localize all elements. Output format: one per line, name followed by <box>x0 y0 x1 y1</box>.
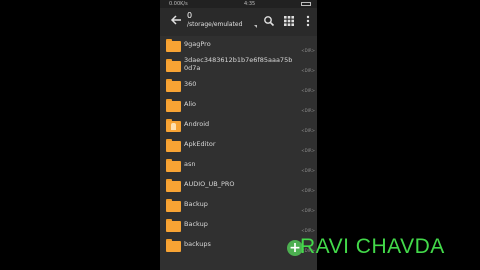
battery-icon <box>301 2 311 6</box>
folder-icon <box>166 179 181 192</box>
file-name: 9gagPro <box>184 40 211 48</box>
file-name: Backup <box>184 200 208 208</box>
folder-icon <box>166 199 181 212</box>
folder-icon <box>166 239 181 252</box>
list-item[interactable]: Backup <DIR> <box>160 216 317 236</box>
list-item[interactable]: 9gagPro <DIR> <box>160 36 317 56</box>
file-kind: <DIR> <box>301 148 315 153</box>
file-name: Backup <box>184 220 208 228</box>
file-name: Alio <box>184 100 197 108</box>
file-kind: <DIR> <box>301 128 315 133</box>
file-name: ApkEditor <box>184 140 216 148</box>
file-name: 3daec3483612b1b7e6f85aaa75b0d7a <box>184 56 293 72</box>
screen: 0.00K/s 4:35 0 /storage/emulated 9gagPro… <box>0 0 480 270</box>
watermark-text: RAVI CHAVDA <box>300 235 445 258</box>
file-name: 360 <box>184 80 197 88</box>
list-item[interactable]: AUDIO_UB_PRO <DIR> <box>160 176 317 196</box>
folder-icon <box>166 79 181 92</box>
clock: 4:35 <box>244 1 256 7</box>
folder-icon <box>166 139 181 152</box>
more-vertical-icon[interactable] <box>302 15 314 27</box>
list-item[interactable]: Alio <DIR> <box>160 96 317 116</box>
current-path[interactable]: /storage/emulated <box>187 21 242 29</box>
toolbar: 0 /storage/emulated <box>160 8 317 36</box>
file-kind: <DIR> <box>301 48 315 53</box>
file-kind: <DIR> <box>301 88 315 93</box>
file-manager-window: 0.00K/s 4:35 0 /storage/emulated 9gagPro… <box>160 0 317 270</box>
status-bar: 0.00K/s 4:35 <box>160 0 317 8</box>
network-speed: 0.00K/s <box>169 1 188 7</box>
file-name: Android <box>184 120 210 128</box>
grid-view-icon[interactable] <box>283 15 295 27</box>
folder-icon <box>166 219 181 232</box>
folder-icon <box>166 159 181 172</box>
file-kind: <DIR> <box>301 108 315 113</box>
file-kind: <DIR> <box>301 208 315 213</box>
folder-icon <box>166 59 181 72</box>
file-kind: <DIR> <box>301 188 315 193</box>
list-item[interactable]: 360 <DIR> <box>160 76 317 96</box>
file-name: AUDIO_UB_PRO <box>184 180 235 188</box>
list-item[interactable]: asn <DIR> <box>160 156 317 176</box>
android-folder-icon <box>166 119 181 132</box>
list-item[interactable]: Backup <DIR> <box>160 196 317 216</box>
file-kind: <DIR> <box>301 168 315 173</box>
folder-icon <box>166 39 181 52</box>
list-item[interactable]: Android <DIR> <box>160 116 317 136</box>
file-name: backups <box>184 240 211 248</box>
arrow-left-icon[interactable] <box>169 13 183 27</box>
path-dropdown-icon[interactable] <box>254 25 257 28</box>
selection-count: 0 <box>187 11 193 20</box>
file-kind: <DIR> <box>301 68 315 73</box>
file-kind: <DIR> <box>301 228 315 233</box>
search-icon[interactable] <box>263 15 275 27</box>
folder-icon <box>166 99 181 112</box>
file-name: asn <box>184 160 196 168</box>
list-item[interactable]: 3daec3483612b1b7e6f85aaa75b0d7a <DIR> <box>160 56 317 76</box>
list-item[interactable]: ApkEditor <DIR> <box>160 136 317 156</box>
